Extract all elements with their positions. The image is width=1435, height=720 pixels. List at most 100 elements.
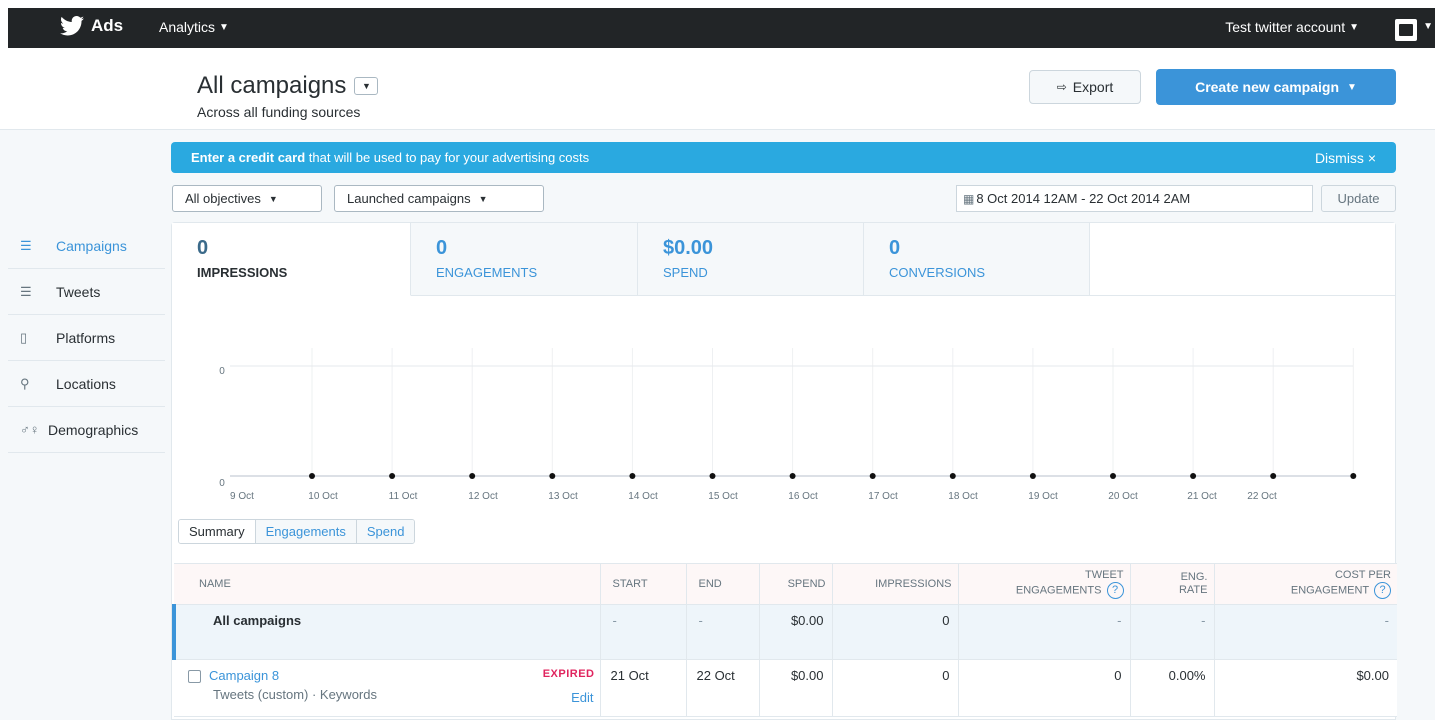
x-tick-label: 11 Oct <box>389 491 418 502</box>
campaign-link[interactable]: Campaign 8 <box>209 668 279 683</box>
spend-toggle[interactable]: Spend <box>356 520 415 543</box>
column-header-spend[interactable]: SPEND <box>759 563 833 605</box>
x-tick-label: 14 Oct <box>628 491 658 502</box>
x-tick-label: 9 Oct <box>230 491 254 502</box>
account-label: Test twitter account <box>1225 19 1346 35</box>
cell-spend: $0.00 <box>759 659 833 717</box>
sidebar-item-locations[interactable]: ⚲ Locations <box>8 361 165 407</box>
edit-link[interactable]: Edit <box>571 690 593 705</box>
x-tick-label: 15 Oct <box>708 491 738 502</box>
x-tick-label: 17 Oct <box>868 491 898 502</box>
metric-tabs-spacer <box>1090 223 1395 296</box>
campaign-subtitle: Tweets (custom) · Keywords <box>213 687 377 702</box>
column-header-impressions[interactable]: IMPRESSIONS <box>832 563 959 605</box>
cell-tweet-engagements: 0 <box>958 659 1131 717</box>
date-range-input[interactable]: ▦ 8 Oct 2014 12AM - 22 Oct 2014 2AM <box>956 185 1313 212</box>
chart-data-point <box>869 473 876 479</box>
table-row-all-campaigns: All campaigns - - $0.00 0 - - - <box>172 604 1397 660</box>
cell-cost-per-engagement: $0.00 <box>1214 659 1397 717</box>
launched-label: Launched campaigns <box>347 191 471 206</box>
sidebar-item-label: Locations <box>56 375 116 392</box>
sidebar-item-campaigns[interactable]: ☰ Campaigns <box>8 223 165 269</box>
metric-value: 0 <box>436 237 448 259</box>
cell-tweet-engagements: - <box>958 604 1131 660</box>
metric-label: SPEND <box>663 265 708 280</box>
column-header-start[interactable]: START <box>600 563 687 605</box>
update-button[interactable]: Update <box>1321 185 1396 212</box>
dismiss-button[interactable]: Dismiss × <box>1315 150 1376 166</box>
mobile-icon: ▯ <box>20 329 28 345</box>
chart-data-point <box>549 473 556 479</box>
sidebar-item-tweets[interactable]: ☰ Tweets <box>8 269 165 315</box>
tab-engagements[interactable]: 0 ENGAGEMENTS <box>411 223 638 296</box>
avatar[interactable] <box>1395 19 1417 41</box>
column-header-cost-per-engagement[interactable]: COST PER ENGAGEMENT ? <box>1214 563 1397 605</box>
chart-data-point <box>1190 473 1197 479</box>
column-header-eng-rate[interactable]: ENG. RATE <box>1130 563 1215 605</box>
campaign-name-line: Campaign 8 <box>188 668 592 683</box>
x-tick-label: 10 Oct <box>308 491 338 502</box>
status-badge: EXPIRED <box>542 668 595 680</box>
tab-spend[interactable]: $0.00 SPEND <box>638 223 864 296</box>
header-line-with-help: ENGAGEMENTS ? <box>965 582 1124 599</box>
tab-conversions[interactable]: 0 CONVERSIONS <box>864 223 1090 296</box>
row-checkbox[interactable] <box>188 670 201 683</box>
column-header-name[interactable]: NAME <box>174 563 601 605</box>
x-tick-label: 18 Oct <box>948 491 978 502</box>
page-title: All campaigns ▼ <box>197 72 379 100</box>
banner-message[interactable]: Enter a credit card that will be used to… <box>191 150 589 165</box>
analytics-label: Analytics <box>159 19 216 35</box>
pin-icon: ⚲ <box>20 375 30 391</box>
analytics-menu[interactable]: Analytics ▼ <box>159 19 229 35</box>
help-icon[interactable]: ? <box>1106 582 1124 599</box>
launched-campaigns-dropdown[interactable]: Launched campaigns ▼ <box>334 185 544 212</box>
cell-end: 22 Oct <box>686 659 760 717</box>
chevron-down-icon: ▼ <box>478 193 488 204</box>
chevron-down-icon[interactable]: ▼ <box>1423 21 1433 32</box>
brand-label: Ads <box>91 16 124 35</box>
create-campaign-button[interactable]: Create new campaign ▼ <box>1156 69 1396 105</box>
chart-data-point <box>1110 473 1116 479</box>
metric-label: IMPRESSIONS <box>197 265 288 280</box>
metric-label: CONVERSIONS <box>889 265 986 280</box>
chart-data-point <box>389 473 396 479</box>
cell-spend: $0.00 <box>759 604 833 660</box>
account-menu[interactable]: Test twitter account ▼ <box>1225 19 1359 35</box>
table-header-row: NAME START END SPEND IMPRESSIONS TWEET E… <box>174 563 1397 605</box>
cell-end: - <box>686 604 760 660</box>
header-line-with-help: ENGAGEMENT ? <box>1221 582 1391 599</box>
header-line: TWEET <box>1085 569 1124 581</box>
header-line: ENG. <box>1180 571 1208 583</box>
cell-impressions: 0 <box>832 604 959 660</box>
sidebar-item-platforms[interactable]: ▯ Platforms <box>8 315 165 361</box>
metric-value: 0 <box>889 237 901 259</box>
chevron-down-icon: ▼ <box>219 21 229 33</box>
engagements-toggle[interactable]: Engagements <box>255 520 357 543</box>
sidebar-item-demographics[interactable]: ♂♀ Demographics <box>8 407 165 453</box>
export-button[interactable]: ⇨ Export <box>1029 70 1141 104</box>
tab-impressions[interactable]: 0 IMPRESSIONS <box>172 223 411 296</box>
x-tick-label: 20 Oct <box>1108 491 1138 502</box>
banner-link[interactable]: Enter a credit card <box>191 150 305 165</box>
sidebar-item-label: Tweets <box>56 283 101 300</box>
sidebar-item-label: Demographics <box>48 421 139 438</box>
column-header-tweet-engagements[interactable]: TWEET ENGAGEMENTS ? <box>958 563 1131 605</box>
help-icon[interactable]: ? <box>1374 582 1391 599</box>
x-tick-label: 21 Oct <box>1187 491 1217 502</box>
chart-view-toggle: Summary Engagements Spend <box>178 519 416 544</box>
create-campaign-label: Create new campaign <box>1195 79 1340 95</box>
summary-toggle[interactable]: Summary <box>179 520 256 543</box>
column-header-end[interactable]: END <box>686 563 760 605</box>
objectives-dropdown[interactable]: All objectives ▼ <box>172 185 322 212</box>
sidebar: ☰ Campaigns ☰ Tweets ▯ Platforms ⚲ Locat… <box>8 223 165 453</box>
campaign-dropdown-button[interactable]: ▼ <box>354 77 379 95</box>
campaign-table: NAME START END SPEND IMPRESSIONS TWEET E… <box>172 563 1397 717</box>
cell-start: 21 Oct <box>600 659 687 717</box>
calendar-icon: ▦ <box>963 191 975 206</box>
x-tick-label: 19 Oct <box>1028 491 1058 502</box>
chevron-down-icon: ▼ <box>1347 81 1357 93</box>
ads-home-link[interactable]: Ads <box>60 16 123 36</box>
chart-data-point <box>1029 473 1036 479</box>
objectives-label: All objectives <box>185 191 261 206</box>
sidebar-item-label: Platforms <box>56 329 116 346</box>
